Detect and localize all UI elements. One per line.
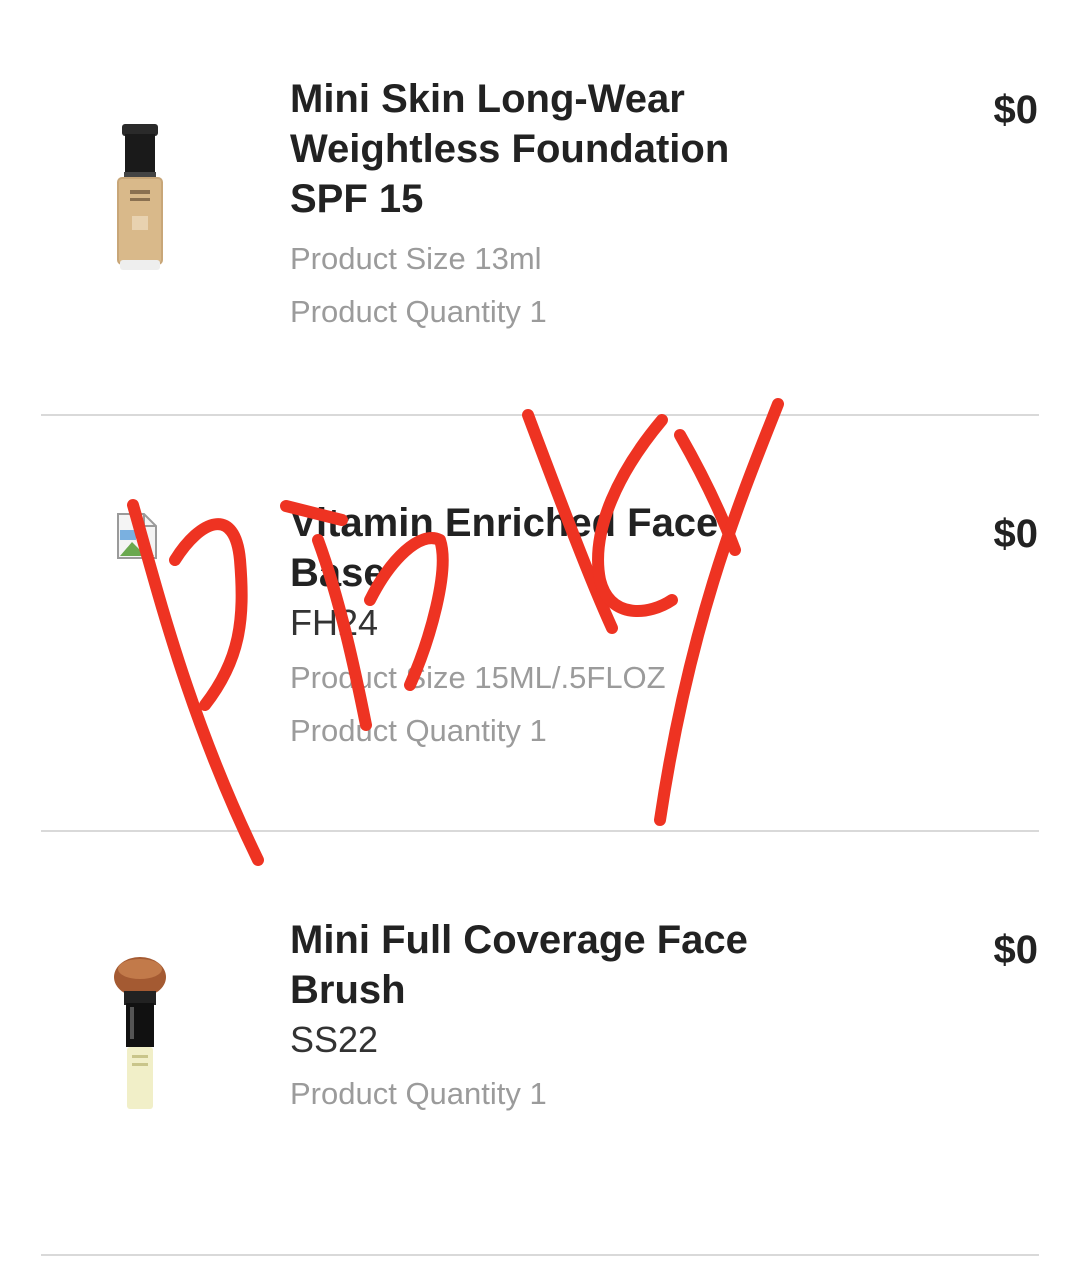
- face-brush-image: [100, 955, 180, 1120]
- product-quantity: Product Quantity 1: [290, 294, 547, 329]
- product-price: $0: [993, 88, 1039, 132]
- product-size: Product Size 15ML/.5FLOZ: [290, 660, 666, 695]
- product-info: Mini Skin Long-Wear Weightless Foundatio…: [290, 74, 810, 338]
- product-quantity: Product Quantity 1: [290, 1076, 547, 1111]
- broken-image-icon: [116, 512, 196, 565]
- product-price: $0: [993, 928, 1039, 972]
- foundation-bottle-image: [100, 120, 180, 280]
- product-name[interactable]: Mini Full Coverage Face Brush: [290, 915, 810, 1015]
- product-info: Vitamin Enriched Face Base FH24 Product …: [290, 498, 810, 757]
- product-price: $0: [993, 512, 1039, 556]
- product-info: Mini Full Coverage Face Brush SS22 Produ…: [290, 915, 810, 1120]
- product-code: SS22: [290, 1019, 379, 1060]
- item-divider: [41, 414, 1039, 416]
- item-divider: [41, 830, 1039, 832]
- product-code: FH24: [290, 602, 379, 643]
- product-name[interactable]: Mini Skin Long-Wear Weightless Foundatio…: [290, 74, 810, 224]
- item-divider: [41, 1254, 1039, 1256]
- product-quantity: Product Quantity 1: [290, 713, 547, 748]
- product-name[interactable]: Vitamin Enriched Face Base: [290, 498, 810, 598]
- product-size: Product Size 13ml: [290, 241, 542, 276]
